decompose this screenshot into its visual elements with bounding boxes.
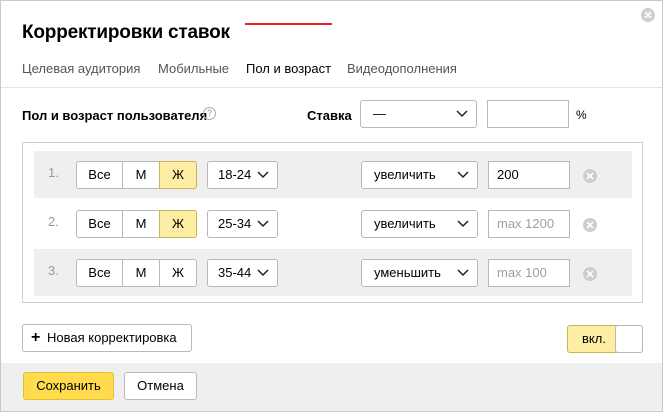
dialog-title: Корректировки ставок	[22, 22, 230, 43]
age-select-value: 35-44	[218, 265, 252, 280]
age-select[interactable]: 18-24	[207, 161, 278, 189]
gender-male-button[interactable]: М	[122, 259, 160, 287]
close-icon[interactable]	[641, 8, 655, 22]
bid-label: Ставка	[307, 108, 352, 123]
action-select-value: уменьшить	[374, 265, 441, 280]
age-select-value: 18-24	[218, 167, 252, 182]
bid-select[interactable]: —	[360, 100, 477, 128]
action-select[interactable]: увеличить	[361, 161, 478, 189]
new-adjustment-label: Новая корректировка	[47, 330, 177, 345]
gender-female-button[interactable]: Ж	[159, 210, 197, 238]
chevron-down-icon	[457, 269, 469, 277]
tab-gender-age[interactable]: Пол и возраст	[246, 61, 331, 76]
row-number: 2.	[48, 214, 59, 229]
adjustment-value-input[interactable]: max 100	[488, 259, 570, 287]
age-select[interactable]: 25-34	[207, 210, 278, 238]
action-select-value: увеличить	[374, 216, 436, 231]
gender-female-button[interactable]: Ж	[159, 161, 197, 189]
adjustment-row-1: 1. Все М Ж 18-24 увеличить 200	[34, 151, 632, 198]
save-button[interactable]: Сохранить	[23, 372, 114, 400]
age-select[interactable]: 35-44	[207, 259, 278, 287]
chevron-down-icon	[457, 171, 469, 179]
adjustment-value-input[interactable]: 200	[488, 161, 570, 189]
section-label: Пол и возраст пользователя	[22, 108, 208, 123]
row-number: 1.	[48, 165, 59, 180]
plus-icon: +	[31, 329, 41, 346]
adjustment-value-input[interactable]: max 1200	[488, 210, 570, 238]
remove-icon[interactable]	[583, 218, 597, 232]
age-select-value: 25-34	[218, 216, 252, 231]
tab-target-audience[interactable]: Целевая аудитория	[22, 61, 140, 76]
gender-female-button[interactable]: Ж	[159, 259, 197, 287]
toggle-label: вкл.	[582, 331, 606, 346]
enable-toggle[interactable]: вкл.	[567, 325, 643, 353]
cancel-button[interactable]: Отмена	[124, 372, 197, 400]
chevron-down-icon	[257, 220, 269, 228]
tab-mobile[interactable]: Мобильные	[158, 61, 229, 76]
gender-all-button[interactable]: Все	[76, 259, 123, 287]
chevron-down-icon	[257, 269, 269, 277]
adjustment-row-2: 2. Все М Ж 25-34 увеличить max 1200	[34, 200, 632, 247]
adjustment-row-3: 3. Все М Ж 35-44 уменьшить max 100	[34, 249, 632, 296]
toggle-knob[interactable]	[615, 325, 643, 353]
row-number: 3.	[48, 263, 59, 278]
chevron-down-icon	[257, 171, 269, 179]
tabs-divider	[1, 87, 662, 88]
gender-all-button[interactable]: Все	[76, 210, 123, 238]
gender-male-button[interactable]: М	[122, 210, 160, 238]
bid-value-input[interactable]	[487, 100, 569, 128]
active-tab-indicator	[245, 23, 332, 25]
chevron-down-icon	[456, 110, 468, 118]
action-select-value: увеличить	[374, 167, 436, 182]
remove-icon[interactable]	[583, 169, 597, 183]
dialog-footer: Сохранить Отмена	[1, 363, 662, 411]
remove-icon[interactable]	[583, 267, 597, 281]
new-adjustment-button[interactable]: + Новая корректировка	[22, 324, 192, 352]
action-select[interactable]: уменьшить	[361, 259, 478, 287]
bid-select-value: —	[373, 106, 386, 121]
gender-all-button[interactable]: Все	[76, 161, 123, 189]
percent-sign: %	[576, 108, 587, 122]
chevron-down-icon	[457, 220, 469, 228]
bid-adjustments-dialog: Корректировки ставок Целевая аудитория М…	[0, 0, 663, 412]
action-select[interactable]: увеличить	[361, 210, 478, 238]
gender-male-button[interactable]: М	[122, 161, 160, 189]
adjustments-list: 1. Все М Ж 18-24 увеличить 200 2. Все М …	[22, 142, 643, 303]
help-icon[interactable]: ?	[203, 107, 216, 120]
tab-video-extensions[interactable]: Видеодополнения	[347, 61, 457, 76]
